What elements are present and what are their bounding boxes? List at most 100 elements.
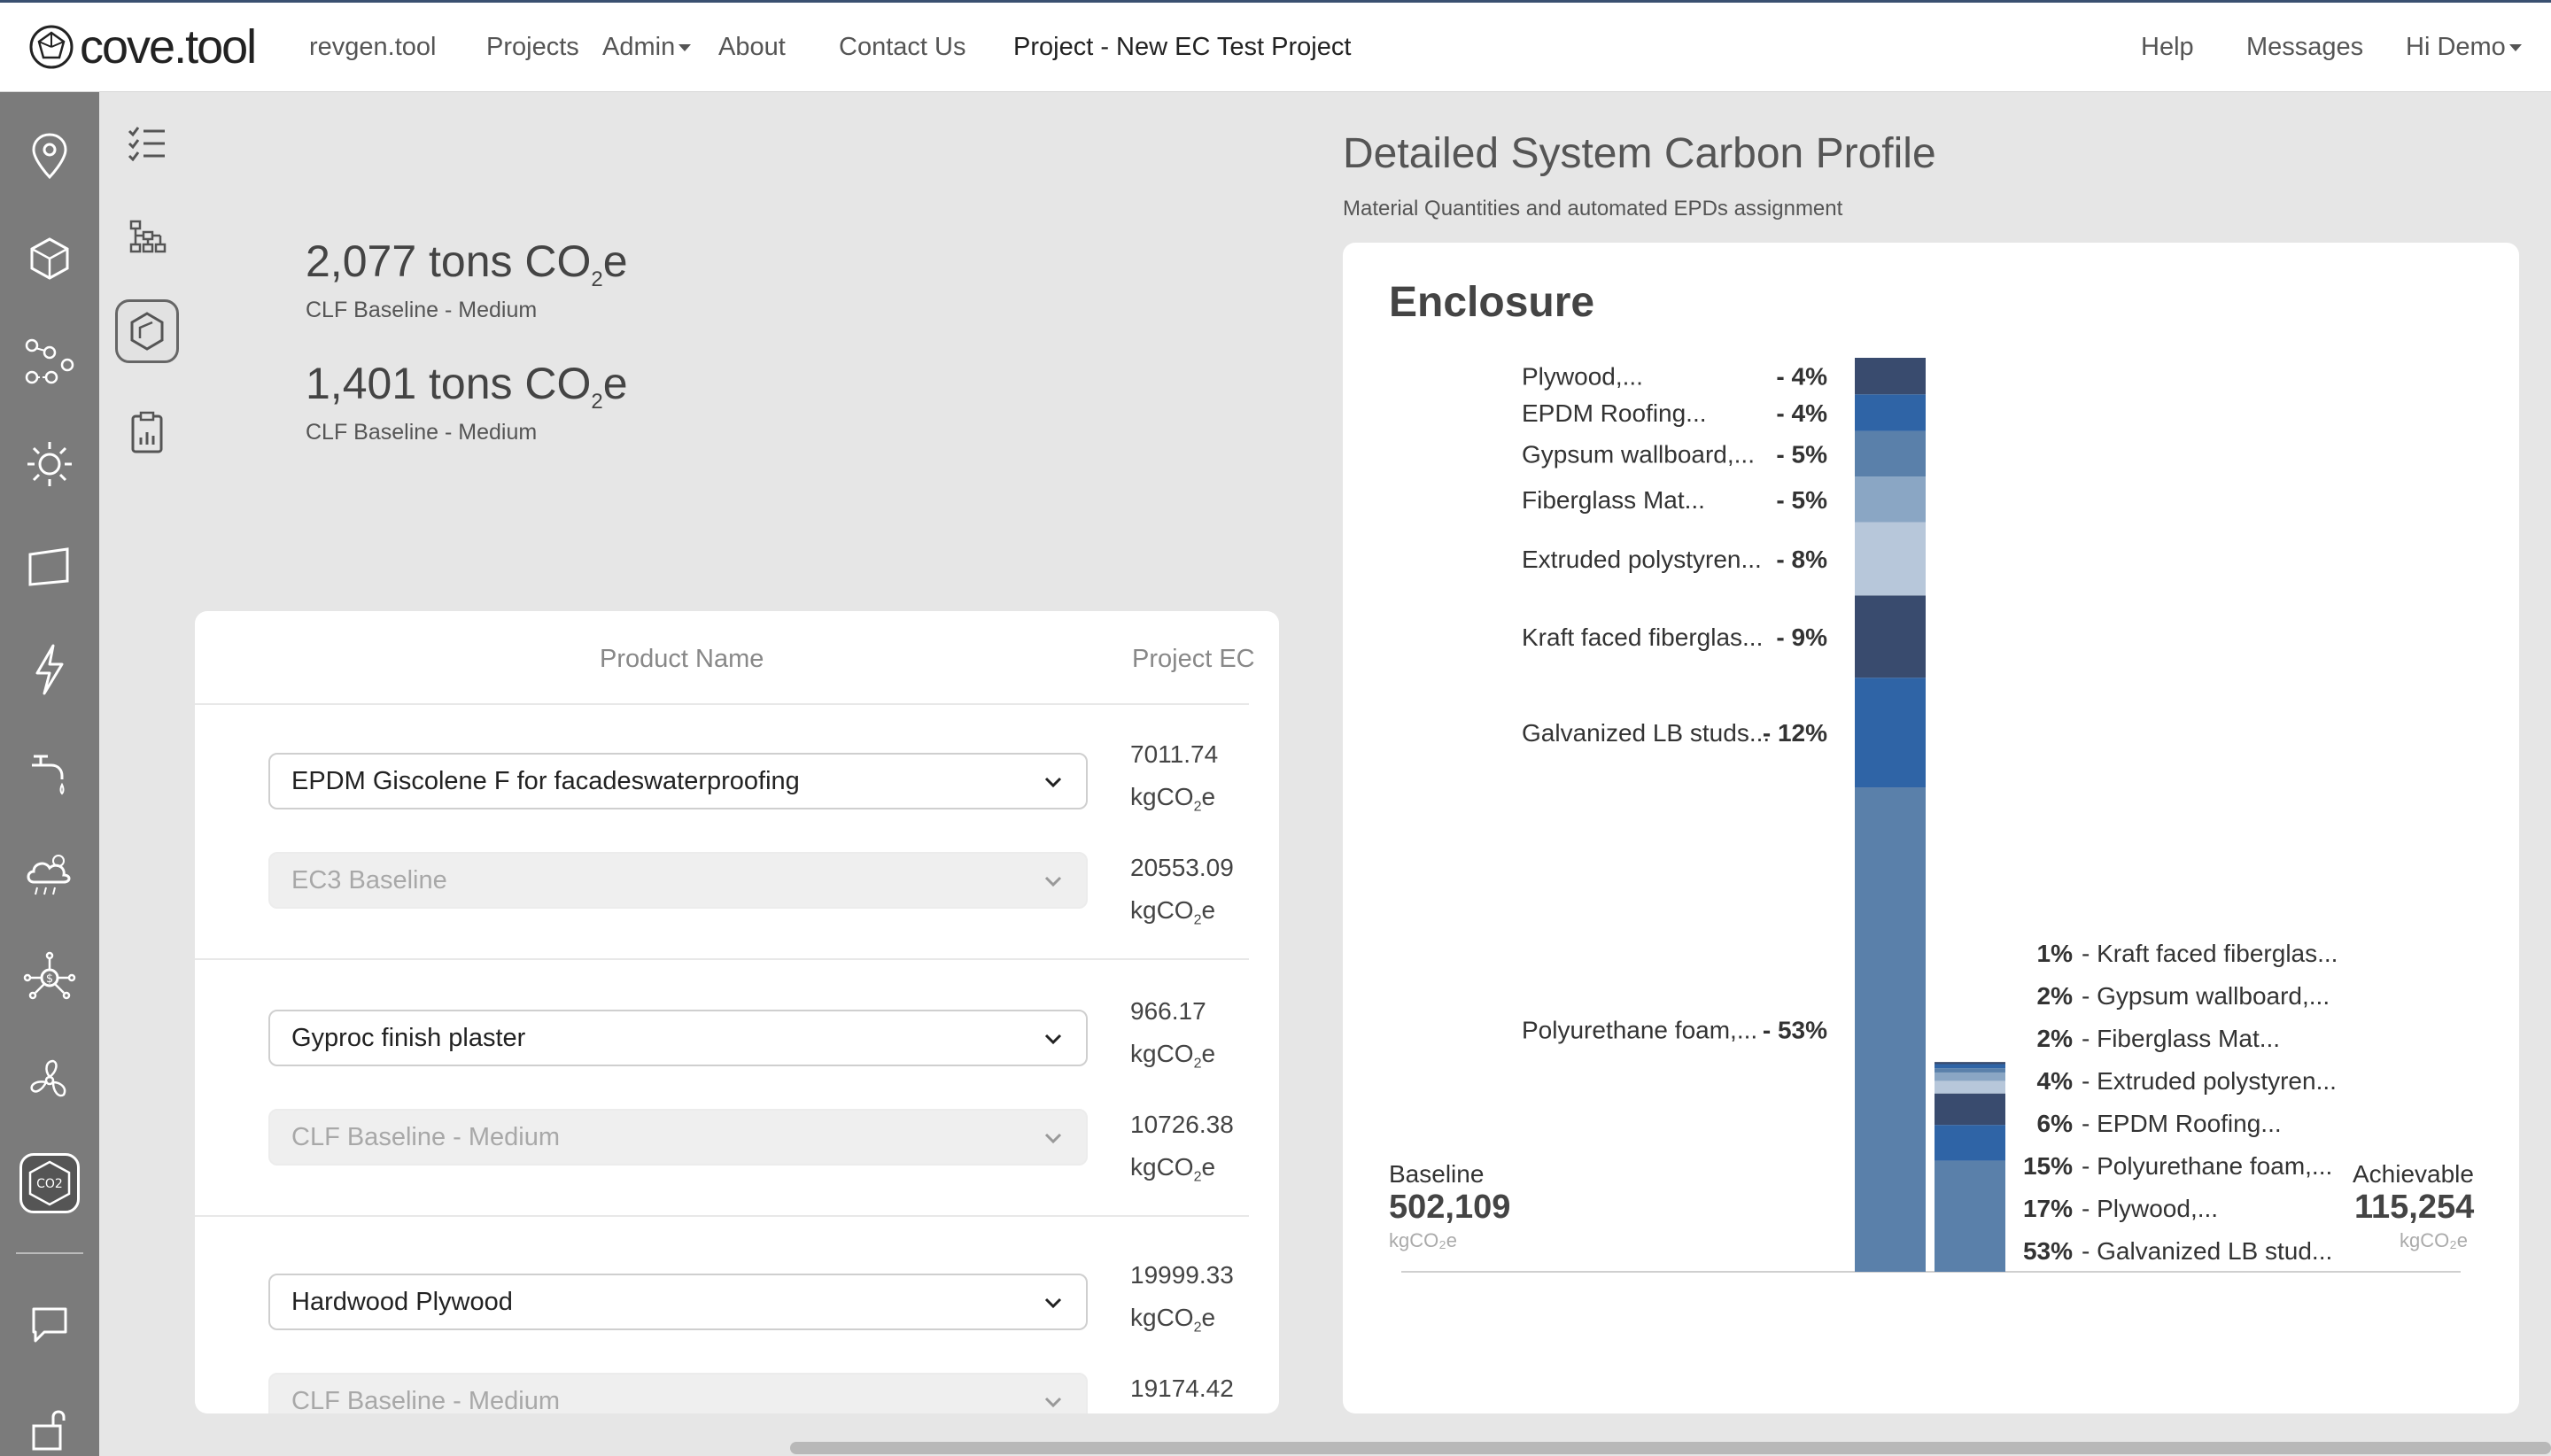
nav-admin-label: Admin bbox=[602, 33, 676, 61]
analysis-nodes-icon[interactable] bbox=[19, 331, 80, 391]
chevron-down-icon bbox=[1044, 1297, 1062, 1309]
segment-pct-label: - 53% bbox=[1763, 1017, 1827, 1044]
nav-user-menu[interactable]: Hi Demo bbox=[2406, 33, 2522, 62]
chevron-down-icon bbox=[1044, 1034, 1062, 1045]
bar-segment[interactable] bbox=[1855, 358, 1926, 395]
logo-text: cove.tool bbox=[80, 20, 257, 74]
baseline-select-plywood[interactable]: CLF Baseline - Medium bbox=[268, 1373, 1088, 1413]
co2-label: CO2 bbox=[36, 1177, 63, 1191]
bar-segment[interactable] bbox=[1855, 522, 1926, 596]
co2-carbon-button[interactable]: CO2 bbox=[19, 1153, 80, 1213]
chevron-down-icon bbox=[1044, 1397, 1062, 1408]
fan-hvac-icon[interactable] bbox=[19, 1050, 80, 1111]
column-header-product: Product Name bbox=[600, 645, 764, 673]
baseline-select-epdm[interactable]: EC3 Baseline bbox=[268, 852, 1088, 909]
segment-name-label: Fiberglass Mat... bbox=[1522, 486, 1705, 514]
stat-value: 2,077 tons CO2e bbox=[306, 236, 628, 291]
segment-pct-label: 1% bbox=[2037, 940, 2074, 967]
segment-name-label: Polyurethane foam,... bbox=[1522, 1017, 1757, 1044]
stat-label: CLF Baseline - Medium bbox=[306, 298, 538, 322]
bar-segment[interactable] bbox=[1935, 1160, 2005, 1272]
segment-name-label: - Plywood,... bbox=[2082, 1195, 2218, 1222]
covetool-logo[interactable]: cove.tool bbox=[28, 20, 257, 74]
chevron-down-icon bbox=[1044, 876, 1062, 887]
summary-stat-baseline: 2,077 tons CO2e CLF Baseline - Medium bbox=[306, 236, 628, 323]
baseline-unit: kgCO₂e bbox=[1389, 1229, 1458, 1251]
lightning-icon[interactable] bbox=[19, 639, 80, 700]
bar-segment[interactable] bbox=[1855, 595, 1926, 678]
bar-segment[interactable] bbox=[1935, 1080, 2005, 1094]
bar-segment[interactable] bbox=[1935, 1068, 2005, 1073]
achievable-label: Achievable bbox=[2353, 1160, 2474, 1188]
row-divider bbox=[195, 703, 1249, 705]
chevron-down-icon bbox=[1044, 1133, 1062, 1144]
segment-pct-label: - 5% bbox=[1776, 486, 1827, 514]
baseline-total: 502,109 bbox=[1389, 1189, 1511, 1226]
checklist-icon[interactable] bbox=[120, 117, 174, 170]
baseline-ec-value: 10726.38 kgCO2e bbox=[1130, 1111, 1234, 1185]
weather-cloud-icon[interactable] bbox=[19, 845, 80, 905]
nav-user-label: Hi Demo bbox=[2406, 33, 2506, 61]
product-select-value: EPDM Giscolene F for facadeswaterproofin… bbox=[291, 766, 800, 795]
bar-segment[interactable] bbox=[1935, 1064, 2005, 1069]
segment-pct-label: 17% bbox=[2023, 1195, 2073, 1222]
segment-name-label: - Kraft faced fiberglas... bbox=[2082, 940, 2338, 967]
project-ec-value: 966.17 kgCO2e bbox=[1130, 997, 1216, 1072]
segment-pct-label: 2% bbox=[2037, 1025, 2074, 1052]
bar-segment[interactable] bbox=[1935, 1125, 2005, 1161]
segment-name-label: - Polyurethane foam,... bbox=[2082, 1152, 2332, 1180]
unlock-icon[interactable] bbox=[19, 1398, 80, 1456]
svg-text:$: $ bbox=[46, 972, 53, 986]
segment-name-label: Kraft faced fiberglas... bbox=[1522, 623, 1763, 651]
water-faucet-icon[interactable] bbox=[19, 742, 80, 802]
product-select-gyproc[interactable]: Gyproc finish plaster bbox=[268, 1010, 1088, 1066]
nav-projects-link[interactable]: Projects bbox=[486, 33, 579, 62]
bar-segment[interactable] bbox=[1855, 430, 1926, 477]
product-select-plywood[interactable]: Hardwood Plywood bbox=[268, 1274, 1088, 1330]
baseline-bar-stack bbox=[1855, 358, 1926, 1272]
bar-segment[interactable] bbox=[1935, 1062, 2005, 1065]
segment-name-label: - Gypsum wallboard,... bbox=[2082, 982, 2330, 1010]
baseline-ec-value: 19174.42 bbox=[1130, 1375, 1234, 1402]
bar-segment[interactable] bbox=[1855, 787, 1926, 1272]
bar-segment[interactable] bbox=[1935, 1093, 2005, 1126]
location-pin-icon[interactable] bbox=[19, 126, 80, 186]
nav-messages-link[interactable]: Messages bbox=[2246, 33, 2363, 62]
baseline-select-value: CLF Baseline - Medium bbox=[291, 1386, 560, 1414]
segment-name-label: - Fiberglass Mat... bbox=[2082, 1025, 2280, 1052]
stat-value: 1,401 tons CO2e bbox=[306, 359, 628, 414]
hierarchy-tree-icon[interactable] bbox=[120, 211, 174, 264]
segment-name-label: - Galvanized LB stud... bbox=[2082, 1237, 2332, 1265]
report-clipboard-icon[interactable] bbox=[120, 406, 174, 459]
nav-about-link[interactable]: About bbox=[718, 33, 786, 62]
nav-help-link[interactable]: Help bbox=[2141, 33, 2194, 62]
nav-contact-link[interactable]: Contact Us bbox=[839, 33, 965, 62]
enclosure-stacked-bar-chart: Polyurethane foam,... - 53% Galvanized LB … bbox=[1401, 358, 2461, 1273]
segment-name-label: EPDM Roofing... bbox=[1522, 399, 1707, 427]
cost-network-icon[interactable]: $ bbox=[19, 948, 80, 1008]
segment-pct-label: - 8% bbox=[1776, 546, 1827, 573]
bar-segment[interactable] bbox=[1855, 678, 1926, 788]
materials-hexagon-button[interactable] bbox=[115, 299, 179, 363]
project-ec-value: 19999.33 kgCO2e bbox=[1130, 1261, 1234, 1336]
nav-admin-menu[interactable]: Admin bbox=[602, 33, 692, 62]
segment-name-label: Plywood,... bbox=[1522, 363, 1643, 391]
sun-icon[interactable] bbox=[19, 434, 80, 494]
nav-revgen-link[interactable]: revgen.tool bbox=[309, 33, 437, 62]
bar-segment[interactable] bbox=[1935, 1072, 2005, 1081]
covetool-logo-icon bbox=[29, 25, 74, 69]
enclosure-chart-card: Enclosure Polyurethane foam,... - 53% Galv… bbox=[1343, 243, 2519, 1413]
bar-segment[interactable] bbox=[1855, 394, 1926, 431]
chat-message-icon[interactable] bbox=[19, 1295, 80, 1355]
segment-pct-label: 53% bbox=[2023, 1237, 2073, 1265]
segment-name-label: Extruded polystyren... bbox=[1522, 546, 1762, 573]
bar-segment[interactable] bbox=[1855, 476, 1926, 523]
window-panel-icon[interactable] bbox=[19, 537, 80, 597]
horizontal-scrollbar[interactable] bbox=[790, 1442, 2551, 1454]
product-select-epdm[interactable]: EPDM Giscolene F for facadeswaterproofin… bbox=[268, 753, 1088, 809]
baseline-select-gyproc[interactable]: CLF Baseline - Medium bbox=[268, 1109, 1088, 1166]
row-divider bbox=[195, 1215, 1249, 1217]
geometry-cube-icon[interactable] bbox=[19, 228, 80, 289]
profile-subtitle: Material Quantities and automated EPDs a… bbox=[1343, 197, 1843, 221]
nav-project-title[interactable]: Project - New EC Test Project bbox=[1013, 33, 1351, 62]
